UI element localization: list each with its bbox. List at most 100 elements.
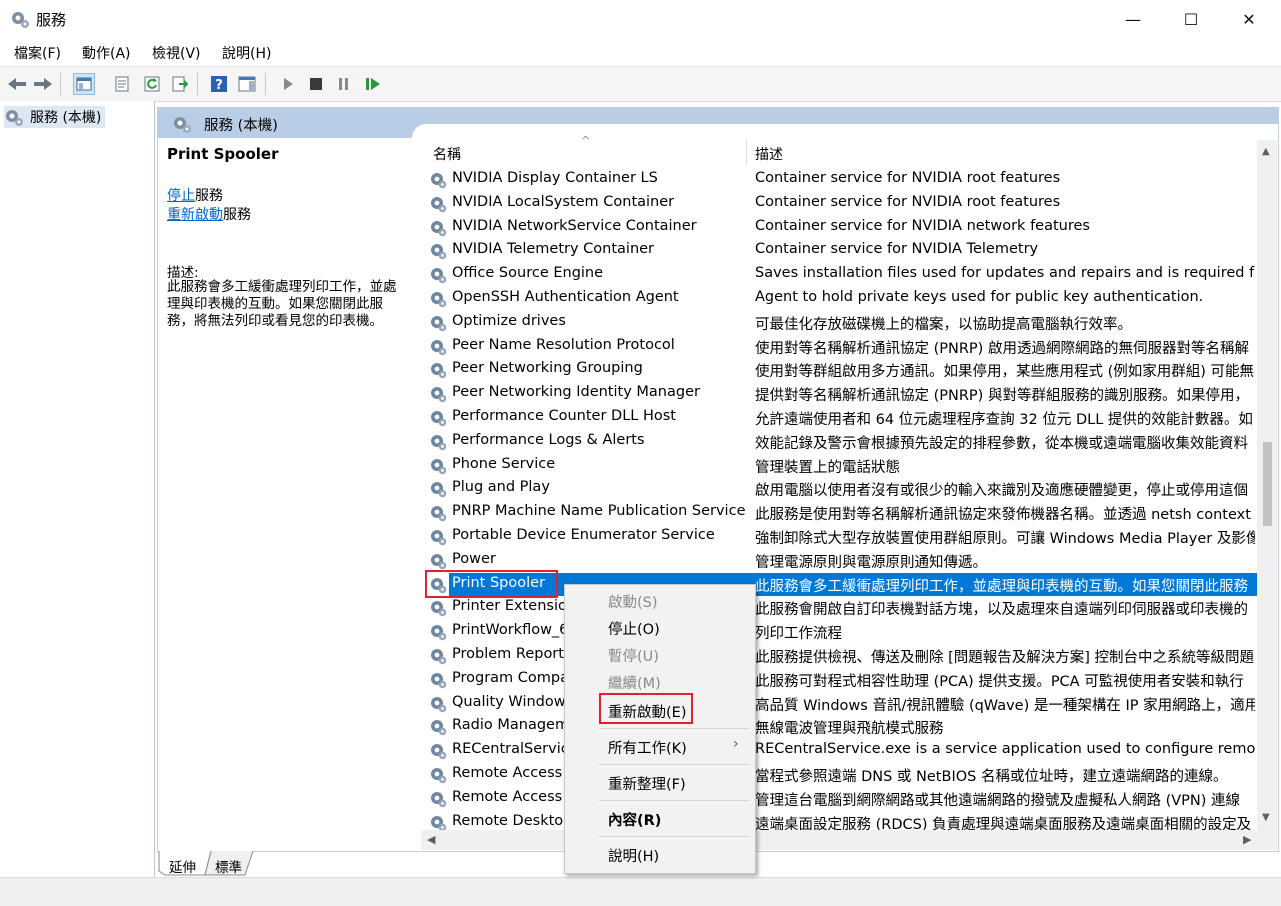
- service-row[interactable]: Optimize drives 可最佳化存放磁碟機上的檔案，以協助提高電腦執行效率…: [425, 311, 1257, 335]
- menu-bar: 檔案(F) 動作(A) 檢視(V) 說明(H): [0, 38, 1281, 66]
- service-description: 此服務提供檢視、傳送及刪除 [問題報告及解決方案] 控制台中之系統等級問題: [755, 650, 1255, 666]
- window-title: 服務: [36, 11, 67, 29]
- refresh-toolbar-button[interactable]: [141, 73, 163, 95]
- column-divider[interactable]: [746, 140, 747, 165]
- action-pane-button[interactable]: [236, 73, 258, 95]
- service-description: Container service for NVIDIA network fea…: [755, 217, 1090, 234]
- menu-view[interactable]: 檢視(V): [152, 43, 201, 63]
- stop-service-link[interactable]: 停止: [167, 188, 195, 204]
- service-row[interactable]: Performance Counter DLL Host 允許遠端使用者和 64 …: [425, 406, 1257, 430]
- service-gear-icon: [431, 315, 447, 332]
- menu-file[interactable]: 檔案(F): [14, 43, 61, 63]
- service-gear-icon: [431, 173, 447, 189]
- minimize-button[interactable]: —: [1104, 0, 1162, 38]
- service-row[interactable]: Plug and Play 啟用電腦以使用者沒有或很少的輸入來識別及適應硬體變更，…: [425, 477, 1257, 501]
- service-gear-icon: [431, 363, 447, 379]
- vertical-scrollbar[interactable]: ▲ ▼: [1257, 140, 1277, 830]
- properties-toolbar-button[interactable]: [111, 73, 133, 95]
- close-button[interactable]: ✕: [1220, 0, 1278, 38]
- service-row[interactable]: Peer Name Resolution Protocol 使用對等名稱解析通訊協…: [425, 335, 1257, 359]
- service-row[interactable]: Peer Networking Grouping 使用對等群組啟用多方通訊。如果停…: [425, 358, 1257, 382]
- ctx-help[interactable]: 說明(H): [608, 845, 659, 866]
- restart-service-button[interactable]: [362, 73, 384, 95]
- service-gear-icon: [431, 220, 447, 236]
- service-gear-icon: [431, 649, 447, 665]
- service-row[interactable]: Portable Device Enumerator Service 強制卸除式大…: [425, 525, 1257, 549]
- vertical-scroll-thumb[interactable]: [1263, 442, 1272, 526]
- service-gear-icon: [431, 601, 447, 617]
- ctx-properties[interactable]: 內容(R): [608, 809, 661, 830]
- start-service-button[interactable]: [277, 73, 299, 95]
- service-row[interactable]: NVIDIA NetworkService Container Container…: [425, 216, 1257, 240]
- context-menu: 啟動(S) 停止(O) 暫停(U) 繼續(M) 重新啟動(E) 所有工作(K) …: [564, 584, 756, 874]
- service-row[interactable]: Phone Service 管理裝置上的電話狀態: [425, 454, 1257, 478]
- ctx-separator: [599, 764, 749, 765]
- console-tree-icon: [76, 77, 92, 91]
- service-row[interactable]: NVIDIA Telemetry Container Container serv…: [425, 239, 1257, 263]
- horizontal-scrollbar[interactable]: ◀ ▶: [421, 830, 1277, 850]
- service-row[interactable]: Remote Access Connection Manager管理這台電腦到網…: [425, 787, 1257, 811]
- console-tree: 服務 (本機): [0, 101, 155, 877]
- ctx-refresh[interactable]: 重新整理(F): [608, 773, 686, 794]
- stop-service-button[interactable]: [305, 73, 327, 95]
- ctx-pause[interactable]: 暫停(U): [608, 645, 659, 666]
- status-bar: [0, 877, 1281, 906]
- service-description: RECentralService.exe is a service applic…: [755, 741, 1255, 758]
- tab-standard[interactable]: 標準: [215, 856, 242, 876]
- service-row[interactable]: Program Compatibility Assistant Service此…: [425, 668, 1257, 692]
- service-description: Agent to hold private keys used for publ…: [755, 289, 1204, 305]
- service-row[interactable]: Peer Networking Identity Manager 提供對等名稱解析…: [425, 382, 1257, 406]
- tree-item-local-services[interactable]: 服務 (本機): [4, 106, 106, 128]
- service-gear-icon: [431, 815, 447, 831]
- service-row[interactable]: Radio Management Service 無線電波管理與飛航模式服務: [425, 715, 1257, 739]
- service-row[interactable]: Quality Windows Audio Video Experience高品…: [425, 692, 1257, 716]
- service-name: Performance Counter DLL Host: [452, 408, 676, 424]
- column-name[interactable]: 名稱: [433, 144, 461, 164]
- tab-extended[interactable]: 延伸: [169, 856, 196, 876]
- services-gear-icon: [12, 12, 29, 28]
- service-row[interactable]: PNRP Machine Name Publication Service 此服務…: [425, 501, 1257, 525]
- back-arrow-icon: [8, 78, 26, 90]
- service-description: 高品質 Windows 音訊/視訊體驗 (qWave) 是一種架構在 IP 家用…: [755, 697, 1255, 714]
- service-row[interactable]: Printer Extensions and Notifications此服務會…: [425, 596, 1257, 620]
- restart-service-link[interactable]: 重新啟動: [167, 207, 223, 223]
- highlight-restart: [599, 693, 693, 724]
- ctx-stop[interactable]: 停止(O): [608, 618, 660, 639]
- maximize-button[interactable]: ☐: [1162, 0, 1220, 38]
- services-gear-icon: [174, 117, 191, 133]
- scroll-up-icon[interactable]: ▲: [1262, 146, 1270, 157]
- menu-help[interactable]: 說明(H): [222, 43, 271, 63]
- service-description: 當程式參照遠端 DNS 或 NetBIOS 名稱或位址時，建立遠端網路的連線。: [755, 769, 1228, 785]
- service-row[interactable]: RECentralService RECentralService.exe is …: [425, 739, 1257, 763]
- service-row[interactable]: Performance Logs & Alerts 效能記錄及警示會根據預先設定的…: [425, 430, 1257, 454]
- menu-action[interactable]: 動作(A): [82, 43, 131, 63]
- service-row[interactable]: Problem Reports Control Panel Support此服務…: [425, 644, 1257, 668]
- scroll-down-icon[interactable]: ▼: [1262, 812, 1270, 823]
- ctx-resume[interactable]: 繼續(M): [608, 672, 661, 693]
- help-toolbar-button[interactable]: ?: [208, 73, 230, 95]
- service-row[interactable]: PrintWorkflow_6a2d4 列印工作流程: [425, 620, 1257, 644]
- export-list-button[interactable]: [169, 73, 191, 95]
- ctx-all-tasks[interactable]: 所有工作(K): [608, 737, 687, 758]
- service-gear-icon: [431, 744, 447, 760]
- stop-service-line: 停止服務: [167, 185, 223, 205]
- service-description: 使用對等群組啟用多方通訊。如果停用，某些應用程式 (例如家用群組) 可能無: [755, 364, 1255, 381]
- ctx-start[interactable]: 啟動(S): [608, 591, 658, 612]
- back-button[interactable]: [6, 73, 28, 95]
- list-header: 名稱 ^ 描述: [421, 134, 1257, 165]
- service-row[interactable]: Office Source Engine Saves installation f…: [425, 263, 1257, 287]
- pause-service-button[interactable]: [333, 73, 355, 95]
- show-tree-button[interactable]: [73, 73, 95, 95]
- forward-button[interactable]: [32, 73, 54, 95]
- service-row[interactable]: OpenSSH Authentication Agent Agent to hol…: [425, 287, 1257, 311]
- service-row[interactable]: NVIDIA Display Container LS Container ser…: [425, 168, 1257, 192]
- service-description: 可最佳化存放磁碟機上的檔案，以協助提高電腦執行效率。: [755, 316, 1132, 333]
- service-row[interactable]: Remote Access Auto Connection Manager當程式…: [425, 763, 1257, 787]
- service-description: 強制卸除式大型存放裝置使用群組原則。可讓 Windows Media Playe…: [755, 531, 1255, 547]
- ctx-separator: [599, 800, 749, 801]
- column-description[interactable]: 描述: [755, 144, 783, 164]
- scroll-right-icon[interactable]: ▶: [1243, 833, 1251, 846]
- scroll-left-icon[interactable]: ◀: [427, 833, 435, 846]
- service-gear-icon: [431, 530, 447, 546]
- service-row[interactable]: NVIDIA LocalSystem Container Container se…: [425, 192, 1257, 216]
